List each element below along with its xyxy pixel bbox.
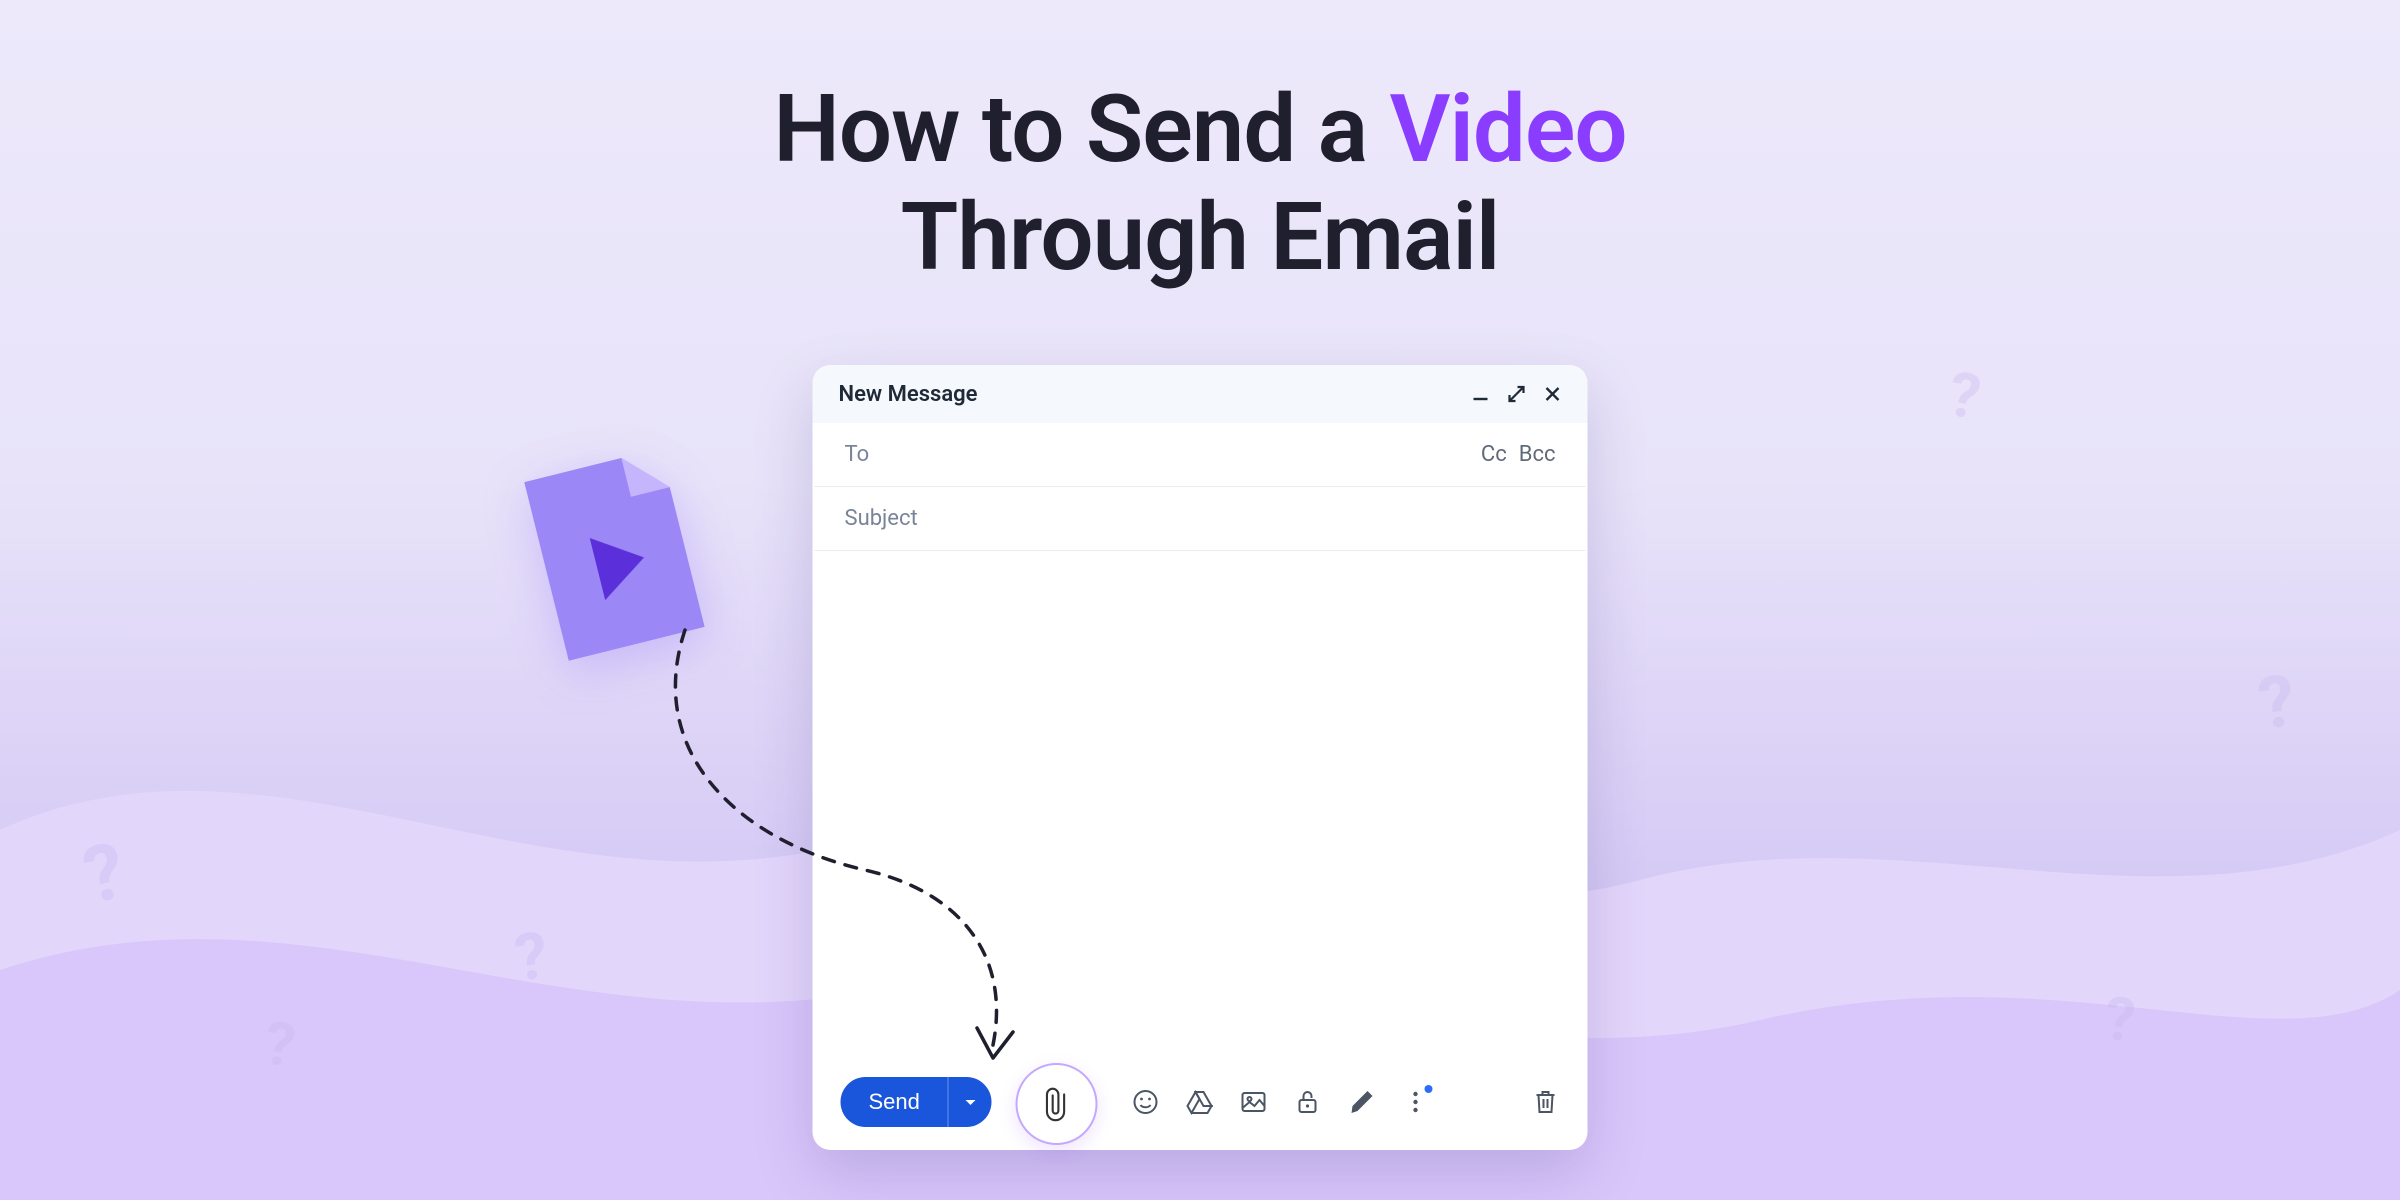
compose-header: New Message <box>813 365 1588 423</box>
send-button-group: Send <box>841 1077 992 1127</box>
attach-file-button[interactable] <box>1016 1063 1098 1145</box>
headline-accent: Video <box>1389 74 1626 184</box>
headline-part2: Through Email <box>773 183 1626 291</box>
cc-button[interactable]: Cc <box>1481 442 1507 467</box>
compose-body[interactable] <box>813 551 1588 1054</box>
to-label: To <box>845 442 870 467</box>
send-button[interactable]: Send <box>841 1077 948 1127</box>
pen-icon[interactable] <box>1348 1088 1376 1116</box>
compose-toolbar: Send <box>813 1054 1588 1150</box>
to-row[interactable]: To Cc Bcc <box>815 423 1586 487</box>
subject-row[interactable]: Subject <box>815 487 1586 551</box>
trash-icon[interactable] <box>1532 1088 1560 1116</box>
more-options-icon[interactable] <box>1402 1088 1430 1116</box>
window-controls <box>1472 385 1562 403</box>
page-title: How to Send a Video Through Email <box>773 75 1626 291</box>
formatting-toolbar <box>1132 1088 1430 1116</box>
expand-icon[interactable] <box>1508 385 1526 403</box>
emoji-icon[interactable] <box>1132 1088 1160 1116</box>
close-icon[interactable] <box>1544 385 1562 403</box>
paperclip-icon <box>1036 1083 1078 1125</box>
bcc-button[interactable]: Bcc <box>1519 442 1556 467</box>
compose-window: New Message To Cc Bcc Subject Send <box>813 365 1588 1150</box>
send-more-button[interactable] <box>948 1077 992 1127</box>
question-mark-decoration: ? <box>1943 358 1986 435</box>
minimize-icon[interactable] <box>1472 385 1490 403</box>
compose-title: New Message <box>839 382 978 407</box>
video-file-icon <box>508 438 716 672</box>
image-icon[interactable] <box>1240 1088 1268 1116</box>
headline-part1: How to Send a <box>773 74 1389 184</box>
subject-label: Subject <box>845 506 918 531</box>
confidential-icon[interactable] <box>1294 1088 1322 1116</box>
drive-icon[interactable] <box>1186 1088 1214 1116</box>
notification-dot <box>1425 1085 1433 1093</box>
body-textarea[interactable] <box>843 571 1558 1034</box>
